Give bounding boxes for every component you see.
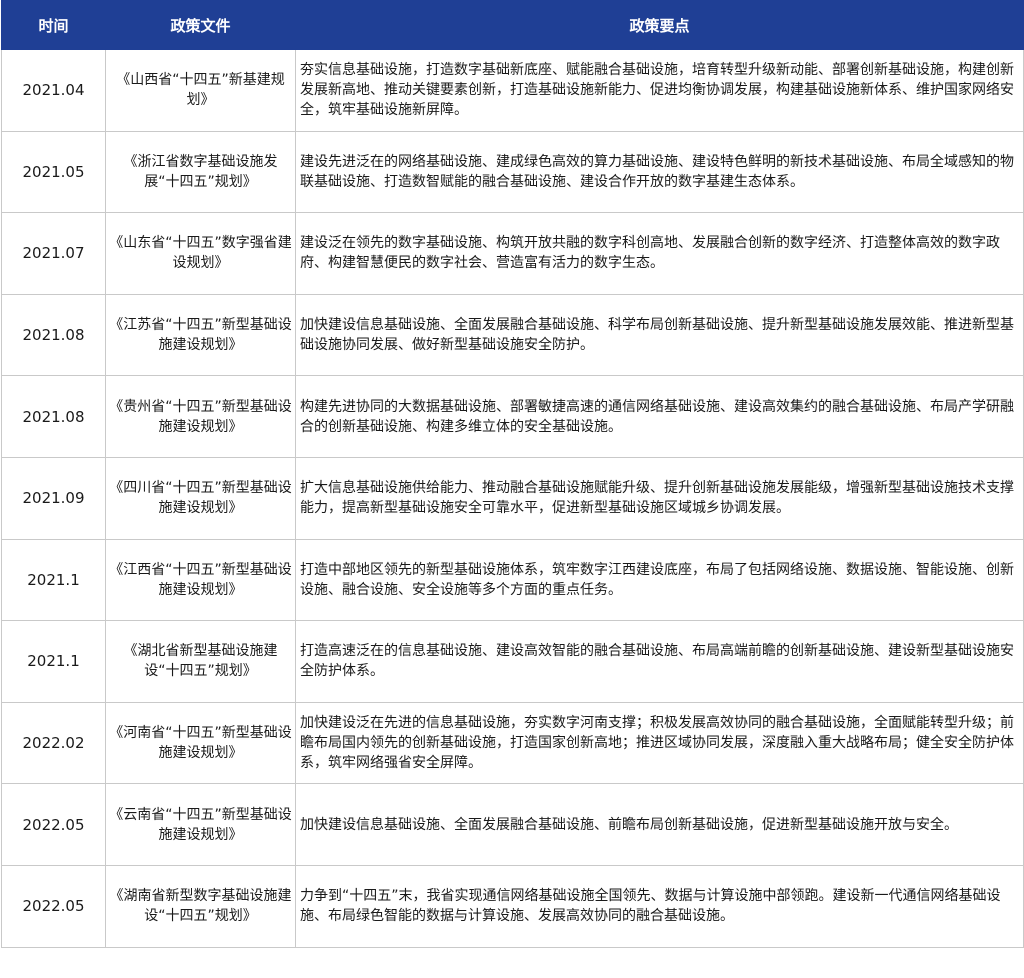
row-document: 《湖北省新型基础设施建设“十四五”规划》: [105, 620, 296, 703]
header-policy-document: 政策文件: [105, 0, 296, 50]
row-document: 《江苏省“十四五”新型基础设施建设规划》: [105, 293, 296, 377]
row-document: 《山东省“十四五”数字强省建设规划》: [105, 212, 296, 295]
row-document: 《江西省“十四五”新型基础设施建设规划》: [105, 538, 296, 622]
table-row: 2022.05 《湖南省新型数字基础设施建设“十四五”规划》 力争到“十四五”末…: [1, 864, 1024, 948]
table-row: 2021.08 《贵州省“十四五”新型基础设施建设规划》 构建先进协同的大数据基…: [1, 375, 1024, 458]
table-row: 2021.07 《山东省“十四五”数字强省建设规划》 建设泛在领先的数字基础设施…: [1, 212, 1024, 295]
row-points: 夯实信息基础设施，打造数字基础新底座、赋能融合基础设施，培育转型升级新动能、部署…: [295, 49, 1024, 132]
table-row: 2021.05 《浙江省数字基础设施发展“十四五”规划》 建设先进泛在的网络基础…: [1, 130, 1024, 214]
row-document: 《云南省“十四五”新型基础设施建设规划》: [105, 783, 296, 866]
row-points: 构建先进协同的大数据基础设施、部署敏捷高速的通信网络基础设施、建设高效集约的融合…: [295, 375, 1024, 458]
row-points: 打造中部地区领先的新型基础设施体系，筑牢数字江西建设底座，布局了包括网络设施、数…: [295, 538, 1024, 622]
row-points: 建设泛在领先的数字基础设施、构筑开放共融的数字科创高地、发展融合创新的数字经济、…: [295, 212, 1024, 295]
table-header-row: 时间 政策文件 政策要点: [1, 0, 1024, 50]
row-points: 扩大信息基础设施供给能力、推动融合基础设施赋能升级、提升创新基础设施发展能级，增…: [295, 456, 1024, 540]
row-date: 2021.08: [1, 293, 106, 377]
table-row: 2021.04 《山西省“十四五”新基建规划》 夯实信息基础设施，打造数字基础新…: [1, 49, 1024, 132]
row-date: 2021.05: [1, 130, 106, 214]
table-row: 2021.09 《四川省“十四五”新型基础设施建设规划》 扩大信息基础设施供给能…: [1, 456, 1024, 540]
table-row: 2022.02 《河南省“十四五”新型基础设施建设规划》 加快建设泛在先进的信息…: [1, 701, 1024, 785]
row-points: 建设先进泛在的网络基础设施、建成绿色高效的算力基础设施、建设特色鲜明的新技术基础…: [295, 130, 1024, 214]
row-document: 《四川省“十四五”新型基础设施建设规划》: [105, 456, 296, 540]
table-row: 2021.08 《江苏省“十四五”新型基础设施建设规划》 加快建设信息基础设施、…: [1, 293, 1024, 377]
row-document: 《山西省“十四五”新基建规划》: [105, 49, 296, 132]
header-policy-points: 政策要点: [295, 0, 1024, 50]
row-date: 2021.1: [1, 538, 106, 622]
table-row: 2021.1 《江西省“十四五”新型基础设施建设规划》 打造中部地区领先的新型基…: [1, 538, 1024, 622]
row-points: 加快建设信息基础设施、全面发展融合基础设施、前瞻布局创新基础设施，促进新型基础设…: [295, 783, 1024, 866]
row-date: 2021.1: [1, 620, 106, 703]
row-date: 2021.09: [1, 456, 106, 540]
table-row: 2022.05 《云南省“十四五”新型基础设施建设规划》 加快建设信息基础设施、…: [1, 783, 1024, 866]
row-document: 《贵州省“十四五”新型基础设施建设规划》: [105, 375, 296, 458]
row-date: 2022.05: [1, 864, 106, 948]
row-document: 《浙江省数字基础设施发展“十四五”规划》: [105, 130, 296, 214]
row-date: 2021.08: [1, 375, 106, 458]
row-date: 2021.04: [1, 49, 106, 132]
row-date: 2022.05: [1, 783, 106, 866]
row-points: 力争到“十四五”末，我省实现通信网络基础设施全国领先、数据与计算设施中部领跑。建…: [295, 864, 1024, 948]
row-points: 加快建设信息基础设施、全面发展融合基础设施、科学布局创新基础设施、提升新型基础设…: [295, 293, 1024, 377]
row-date: 2022.02: [1, 701, 106, 785]
row-points: 加快建设泛在先进的信息基础设施，夯实数字河南支撑；积极发展高效协同的融合基础设施…: [295, 701, 1024, 785]
header-time: 时间: [1, 0, 106, 50]
row-document: 《湖南省新型数字基础设施建设“十四五”规划》: [105, 864, 296, 948]
row-points: 打造高速泛在的信息基础设施、建设高效智能的融合基础设施、布局高端前瞻的创新基础设…: [295, 620, 1024, 703]
row-date: 2021.07: [1, 212, 106, 295]
row-document: 《河南省“十四五”新型基础设施建设规划》: [105, 701, 296, 785]
policy-table: 时间 政策文件 政策要点 2021.04 《山西省“十四五”新基建规划》 夯实信…: [1, 0, 1024, 948]
table-row: 2021.1 《湖北省新型基础设施建设“十四五”规划》 打造高速泛在的信息基础设…: [1, 620, 1024, 703]
